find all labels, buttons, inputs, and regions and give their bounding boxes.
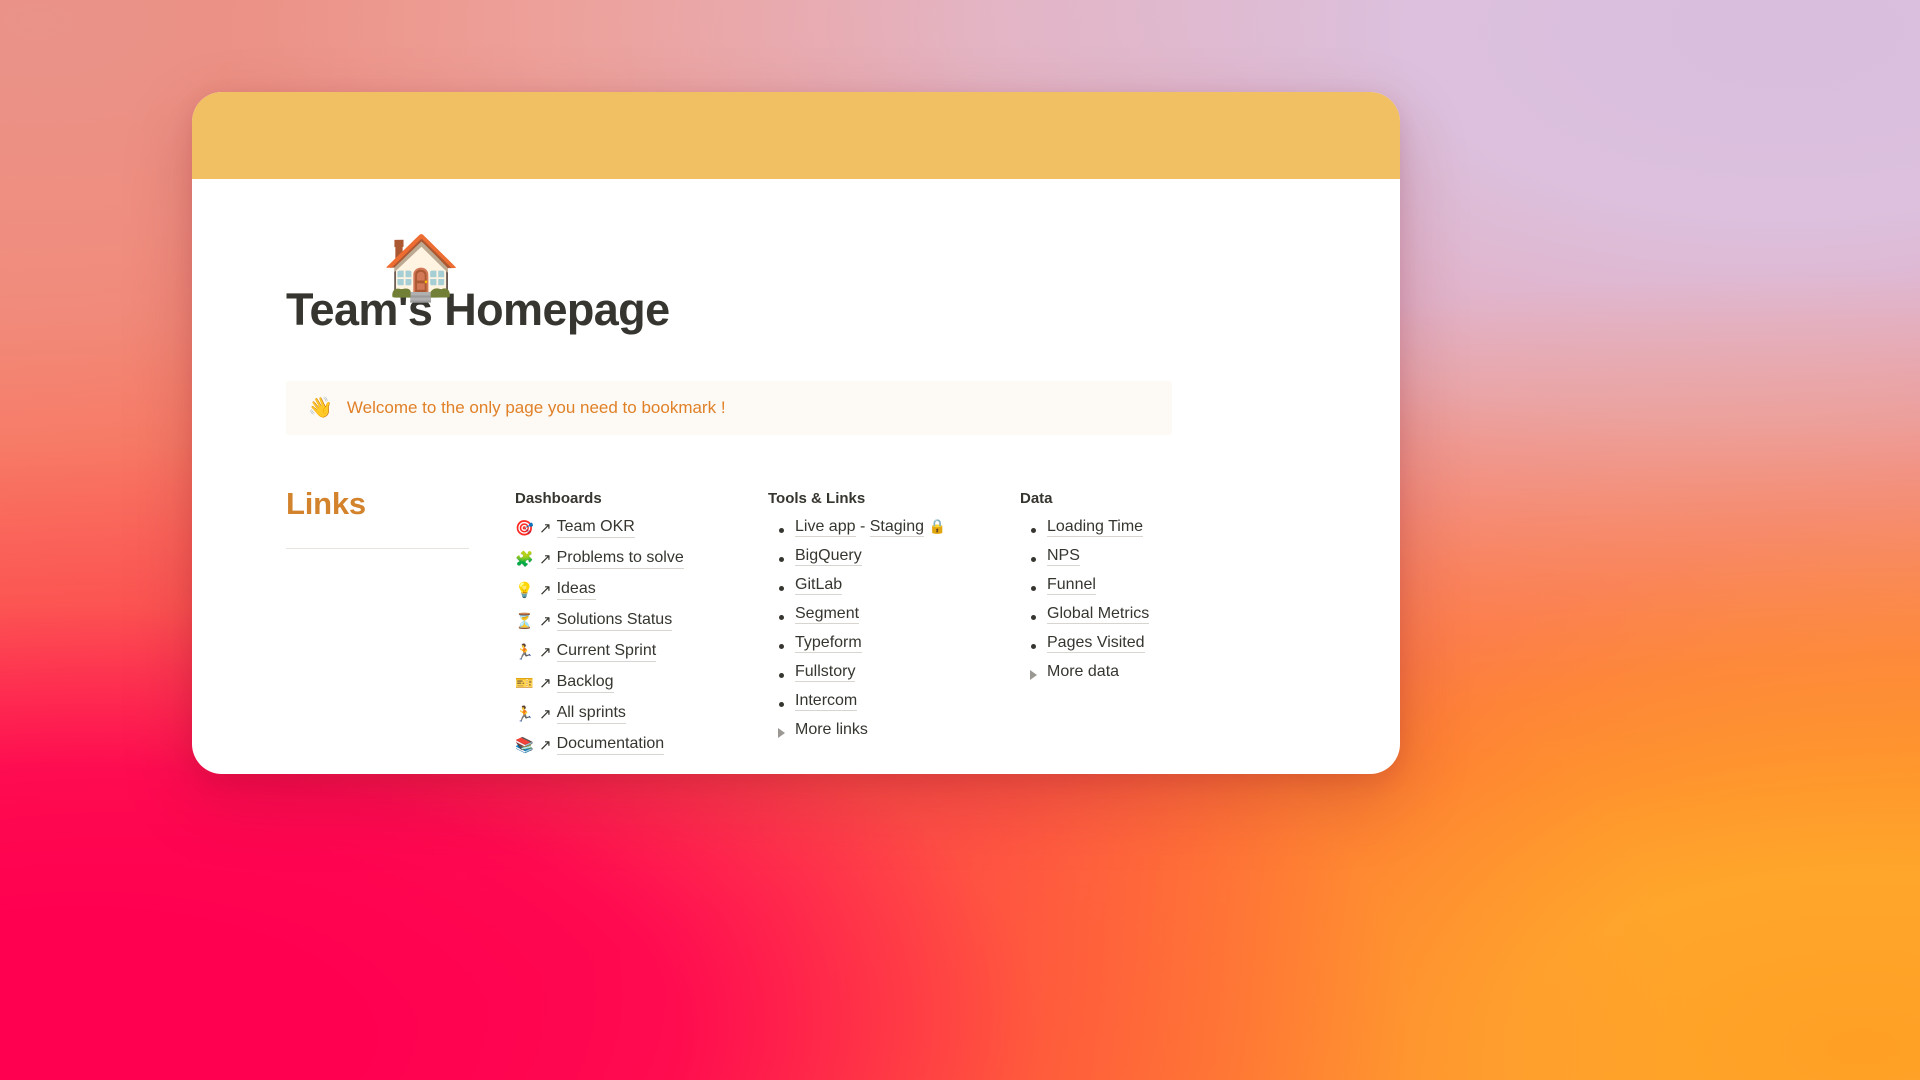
links-heading-column: Links bbox=[286, 482, 515, 549]
list-item-fullstory[interactable]: Fullstory bbox=[768, 663, 1020, 682]
dashboard-link-backlog[interactable]: 🎫 ↗ Backlog bbox=[515, 673, 768, 693]
list-item-segment[interactable]: Segment bbox=[768, 605, 1020, 624]
external-arrow-icon: ↗ bbox=[539, 551, 552, 568]
toggle-more-data[interactable]: More data bbox=[1020, 663, 1240, 681]
ticket-icon: 🎫 bbox=[515, 674, 534, 692]
light-bulb-icon: 💡 bbox=[515, 581, 534, 599]
external-arrow-icon: ↗ bbox=[539, 644, 552, 661]
external-arrow-icon: ↗ bbox=[539, 706, 552, 723]
dashboard-link-problems-to-solve[interactable]: 🧩 ↗ Problems to solve bbox=[515, 549, 768, 569]
tools-list: Live app - Staging 🔒 BigQuery GitLab Seg… bbox=[768, 518, 1020, 739]
tool-link-label: GitLab bbox=[795, 576, 843, 595]
dashboard-link-ideas[interactable]: 💡 ↗ Ideas bbox=[515, 580, 768, 600]
tool-link-label: Fullstory bbox=[795, 663, 856, 682]
dashboard-link-label: Backlog bbox=[556, 673, 614, 693]
tool-link-label: Segment bbox=[795, 605, 860, 624]
list-item-loading-time[interactable]: Loading Time bbox=[1020, 518, 1240, 537]
welcome-callout: 👋 Welcome to the only page you need to b… bbox=[286, 381, 1172, 435]
list-item-typeform[interactable]: Typeform bbox=[768, 634, 1020, 653]
data-column-title: Data bbox=[1020, 490, 1053, 507]
list-item-pages-visited[interactable]: Pages Visited bbox=[1020, 634, 1240, 653]
page-body: 🏠 Team's Homepage 👋 Welcome to the only … bbox=[192, 237, 1400, 774]
list-item-global-metrics[interactable]: Global Metrics bbox=[1020, 605, 1240, 624]
links-heading: Links bbox=[286, 486, 366, 521]
dashboard-link-label: Problems to solve bbox=[556, 549, 684, 569]
toggle-more-links[interactable]: More links bbox=[768, 721, 1020, 739]
data-link-label: Funnel bbox=[1047, 576, 1096, 595]
external-arrow-icon: ↗ bbox=[539, 675, 552, 692]
books-icon: 📚 bbox=[515, 736, 534, 754]
dashboard-link-solutions-status[interactable]: ⏳ ↗ Solutions Status bbox=[515, 611, 768, 631]
list-item-funnel[interactable]: Funnel bbox=[1020, 576, 1240, 595]
document-card: 🏠 Team's Homepage 👋 Welcome to the only … bbox=[192, 92, 1400, 774]
external-arrow-icon: ↗ bbox=[539, 582, 552, 599]
dashboard-link-team-okr[interactable]: 🎯 ↗ Team OKR bbox=[515, 518, 768, 538]
link-separator: - bbox=[855, 518, 870, 535]
list-item-nps[interactable]: NPS bbox=[1020, 547, 1240, 566]
tool-link-label: BigQuery bbox=[795, 547, 862, 566]
runner-icon: 🏃 bbox=[515, 643, 534, 661]
dashboard-link-label: Documentation bbox=[556, 735, 665, 755]
tool-link-live-app[interactable]: Live app bbox=[795, 518, 856, 537]
tools-column: Tools & Links Live app - Staging 🔒 BigQu… bbox=[768, 482, 1020, 750]
data-link-label: Pages Visited bbox=[1047, 634, 1145, 653]
house-emoji-icon[interactable]: 🏠 bbox=[382, 237, 460, 300]
dashboard-link-label: Current Sprint bbox=[556, 642, 657, 662]
tool-link-label: Typeform bbox=[795, 634, 862, 653]
page-cover-band bbox=[192, 92, 1400, 179]
dashboard-link-label: Team OKR bbox=[556, 518, 635, 538]
data-list: Loading Time NPS Funnel Global Metrics P… bbox=[1020, 518, 1240, 681]
dashboard-link-documentation[interactable]: 📚 ↗ Documentation bbox=[515, 735, 768, 755]
dashboards-column-title: Dashboards bbox=[515, 490, 602, 507]
dashboard-link-label: Ideas bbox=[556, 580, 596, 600]
dashboard-link-label: Solutions Status bbox=[556, 611, 673, 631]
tools-column-title: Tools & Links bbox=[768, 490, 866, 507]
links-block: Links Dashboards 🎯 ↗ Team OKR 🧩 ↗ Proble… bbox=[286, 482, 1306, 766]
external-arrow-icon: ↗ bbox=[539, 737, 552, 754]
dashboard-link-all-sprints[interactable]: 🏃 ↗ All sprints bbox=[515, 704, 768, 724]
list-item-gitlab[interactable]: GitLab bbox=[768, 576, 1020, 595]
hourglass-icon: ⏳ bbox=[515, 612, 534, 630]
tool-link-staging[interactable]: Staging bbox=[869, 518, 924, 537]
puzzle-piece-icon: 🧩 bbox=[515, 550, 534, 568]
callout-text: Welcome to the only page you need to boo… bbox=[346, 398, 726, 417]
list-item-bigquery[interactable]: BigQuery bbox=[768, 547, 1020, 566]
dashboards-column: Dashboards 🎯 ↗ Team OKR 🧩 ↗ Problems to … bbox=[515, 482, 768, 766]
data-column: Data Loading Time NPS Funnel Global Metr… bbox=[1020, 482, 1240, 692]
external-arrow-icon: ↗ bbox=[539, 520, 552, 537]
data-link-label: Loading Time bbox=[1047, 518, 1144, 537]
target-icon: 🎯 bbox=[515, 519, 534, 537]
dashboard-link-current-sprint[interactable]: 🏃 ↗ Current Sprint bbox=[515, 642, 768, 662]
list-item-live-app-staging[interactable]: Live app - Staging 🔒 bbox=[768, 518, 1020, 537]
list-item-intercom[interactable]: Intercom bbox=[768, 692, 1020, 711]
data-link-label: NPS bbox=[1047, 547, 1080, 566]
external-arrow-icon: ↗ bbox=[539, 613, 552, 630]
tool-link-label: Intercom bbox=[795, 692, 858, 711]
data-link-label: Global Metrics bbox=[1047, 605, 1150, 624]
runner-icon: 🏃 bbox=[515, 705, 534, 723]
dashboard-link-label: All sprints bbox=[556, 704, 626, 724]
waving-hand-icon: 👋 bbox=[308, 397, 333, 419]
lock-icon: 🔒 bbox=[928, 518, 946, 534]
links-heading-divider bbox=[286, 548, 469, 549]
